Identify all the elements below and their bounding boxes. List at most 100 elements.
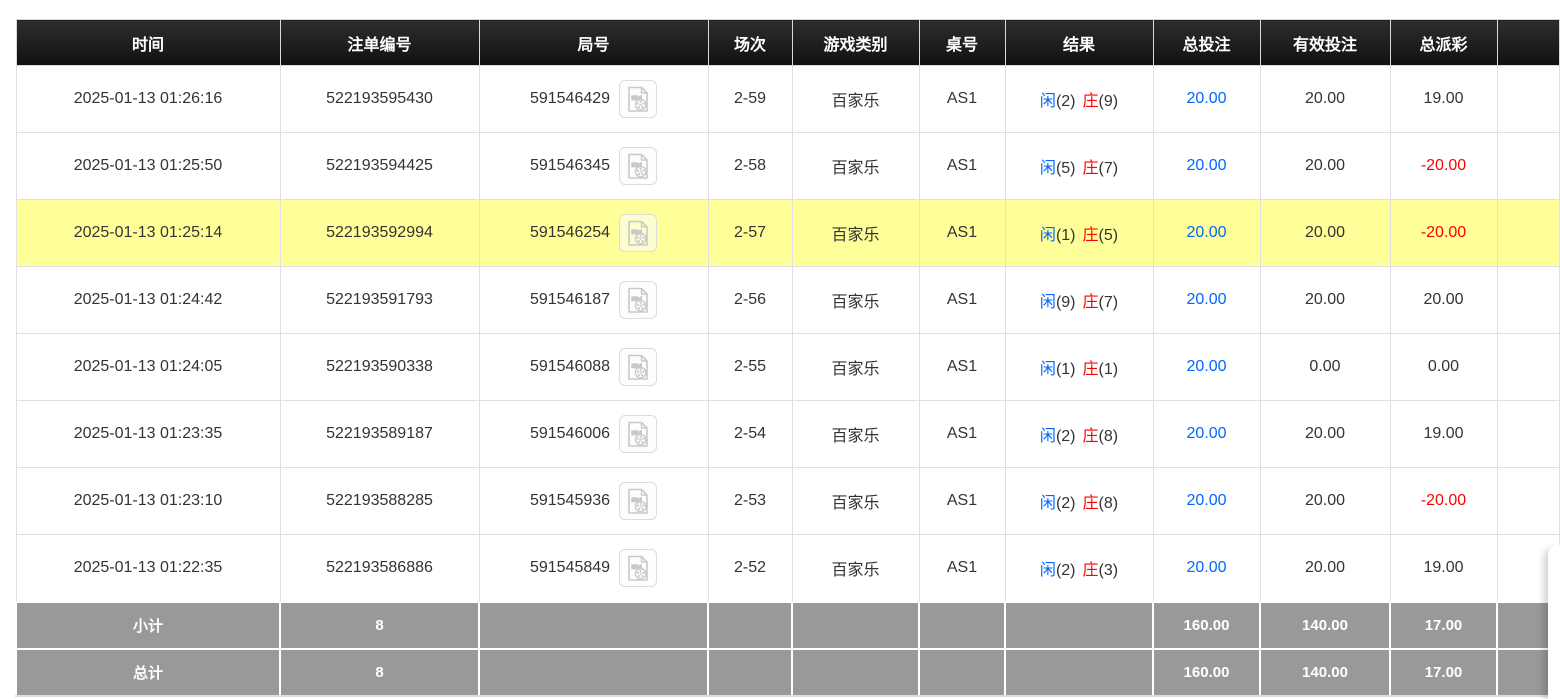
session-cell: 2-52 (708, 535, 792, 603)
video-replay-button[interactable] (619, 415, 657, 453)
banker-result-points: (1) (1099, 361, 1119, 378)
payout-cell: -20.00 (1390, 468, 1497, 535)
extra-cell (1497, 133, 1559, 200)
table-number-cell: AS1 (919, 401, 1005, 468)
video-file-icon (626, 220, 650, 247)
player-result-label: 闲 (1040, 361, 1056, 378)
total-empty-session (708, 649, 792, 696)
total-bet-cell: 20.00 (1153, 66, 1260, 133)
banker-result-points: (3) (1099, 562, 1119, 579)
table-row[interactable]: 2025-01-13 01:25:14 522193592994 5915462… (16, 200, 1559, 267)
extra-cell (1497, 267, 1559, 334)
table-row[interactable]: 2025-01-13 01:24:05 522193590338 5915460… (16, 334, 1559, 401)
player-result-points: (2) (1056, 562, 1076, 579)
banker-result-label: 庄 (1083, 294, 1099, 311)
extra-cell (1497, 401, 1559, 468)
subtotal-row: 小计 8 160.00 140.00 17.00 (16, 602, 1559, 649)
bet-number-cell: 522193589187 (280, 401, 479, 468)
table-row[interactable]: 2025-01-13 01:22:35 522193586886 5915458… (16, 535, 1559, 603)
video-replay-button[interactable] (619, 147, 657, 185)
round-cell: 591546345 (479, 133, 708, 200)
player-result-label: 闲 (1040, 562, 1056, 579)
result-cell: 闲(5)庄(7) (1005, 133, 1153, 200)
table-number-cell: AS1 (919, 133, 1005, 200)
payout-cell: -20.00 (1390, 200, 1497, 267)
table-row[interactable]: 2025-01-13 01:23:35 522193589187 5915460… (16, 401, 1559, 468)
round-cell: 591546006 (479, 401, 708, 468)
round-number: 591545936 (530, 492, 610, 510)
round-cell: 591546254 (479, 200, 708, 267)
time-cell: 2025-01-13 01:24:05 (16, 334, 280, 401)
video-replay-button[interactable] (619, 549, 657, 587)
player-result-points: (5) (1056, 160, 1076, 177)
session-cell: 2-53 (708, 468, 792, 535)
table-number-cell: AS1 (919, 334, 1005, 401)
time-cell: 2025-01-13 01:22:35 (16, 535, 280, 603)
video-file-icon (626, 153, 650, 180)
time-cell: 2025-01-13 01:23:10 (16, 468, 280, 535)
total-empty-round (479, 649, 708, 696)
bet-number-cell: 522193588285 (280, 468, 479, 535)
col-header-round: 局号 (479, 20, 708, 66)
col-header-valid-bet: 有效投注 (1260, 20, 1390, 66)
video-file-icon (626, 488, 650, 515)
video-file-icon (626, 555, 650, 582)
table-row[interactable]: 2025-01-13 01:23:10 522193588285 5915459… (16, 468, 1559, 535)
result-cell: 闲(2)庄(3) (1005, 535, 1153, 603)
player-result-points: (9) (1056, 294, 1076, 311)
player-result-points: (2) (1056, 93, 1076, 110)
subtotal-empty-table (919, 602, 1005, 649)
subtotal-empty-game (792, 602, 919, 649)
valid-bet-cell: 0.00 (1260, 334, 1390, 401)
total-total-bet: 160.00 (1153, 649, 1260, 696)
result-cell: 闲(9)庄(7) (1005, 267, 1153, 334)
total-empty-table (919, 649, 1005, 696)
valid-bet-cell: 20.00 (1260, 66, 1390, 133)
player-result-label: 闲 (1040, 495, 1056, 512)
bet-records-table: 时间 注单编号 局号 场次 游戏类别 桌号 结果 总投注 有效投注 总派彩 20… (15, 19, 1560, 697)
banker-result-label: 庄 (1083, 361, 1099, 378)
video-replay-button[interactable] (619, 348, 657, 386)
col-header-session: 场次 (708, 20, 792, 66)
subtotal-valid-bet: 140.00 (1260, 602, 1390, 649)
total-bet-cell: 20.00 (1153, 535, 1260, 603)
player-result-points: (2) (1056, 495, 1076, 512)
table-row[interactable]: 2025-01-13 01:25:50 522193594425 5915463… (16, 133, 1559, 200)
session-cell: 2-55 (708, 334, 792, 401)
video-replay-button[interactable] (619, 80, 657, 118)
round-number: 591546006 (530, 425, 610, 443)
total-bet-cell: 20.00 (1153, 200, 1260, 267)
game-type-cell: 百家乐 (792, 468, 919, 535)
table-footer: 小计 8 160.00 140.00 17.00 总计 8 1 (16, 602, 1559, 696)
subtotal-payout: 17.00 (1390, 602, 1497, 649)
total-bet-cell: 20.00 (1153, 133, 1260, 200)
subtotal-empty-round (479, 602, 708, 649)
banker-result-label: 庄 (1083, 428, 1099, 445)
video-file-icon (626, 86, 650, 113)
table-row[interactable]: 2025-01-13 01:26:16 522193595430 5915464… (16, 66, 1559, 133)
table-number-cell: AS1 (919, 267, 1005, 334)
total-bet-cell: 20.00 (1153, 401, 1260, 468)
time-cell: 2025-01-13 01:23:35 (16, 401, 280, 468)
floating-widget-cutoff[interactable] (1548, 545, 1560, 699)
banker-result-label: 庄 (1083, 93, 1099, 110)
col-header-table-number: 桌号 (919, 20, 1005, 66)
col-header-game-type: 游戏类别 (792, 20, 919, 66)
result-cell: 闲(2)庄(8) (1005, 468, 1153, 535)
video-replay-button[interactable] (619, 482, 657, 520)
video-replay-button[interactable] (619, 281, 657, 319)
valid-bet-cell: 20.00 (1260, 200, 1390, 267)
table-number-cell: AS1 (919, 200, 1005, 267)
player-result-label: 闲 (1040, 93, 1056, 110)
valid-bet-cell: 20.00 (1260, 468, 1390, 535)
round-cell: 591545849 (479, 535, 708, 603)
total-bet-cell: 20.00 (1153, 267, 1260, 334)
banker-result-label: 庄 (1083, 227, 1099, 244)
table-row[interactable]: 2025-01-13 01:24:42 522193591793 5915461… (16, 267, 1559, 334)
video-replay-button[interactable] (619, 214, 657, 252)
table-header-row: 时间 注单编号 局号 场次 游戏类别 桌号 结果 总投注 有效投注 总派彩 (16, 20, 1559, 66)
total-row: 总计 8 160.00 140.00 17.00 (16, 649, 1559, 696)
round-cell: 591546088 (479, 334, 708, 401)
col-header-total-bet: 总投注 (1153, 20, 1260, 66)
extra-cell (1497, 200, 1559, 267)
